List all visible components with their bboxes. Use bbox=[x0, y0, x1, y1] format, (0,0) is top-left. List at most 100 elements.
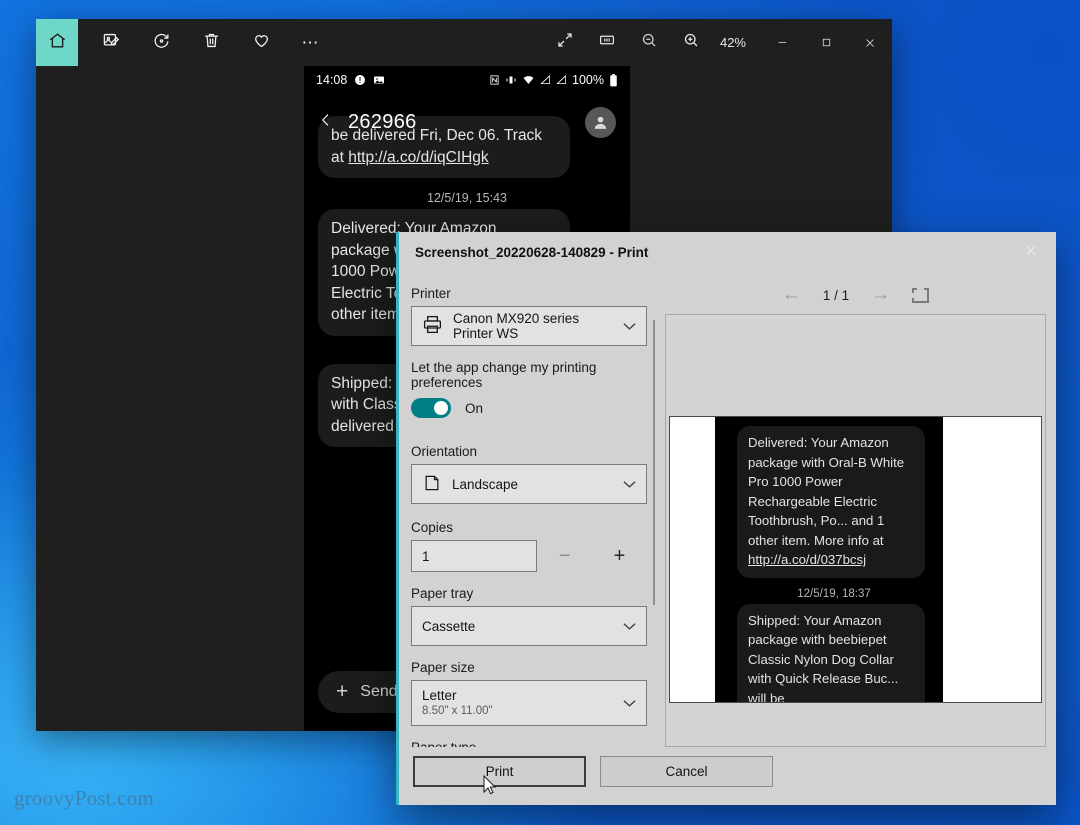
signal-icon bbox=[556, 74, 567, 86]
battery-percent: 100% bbox=[572, 73, 604, 87]
info-icon bbox=[354, 74, 366, 86]
phone-status-bar: 14:08 bbox=[304, 66, 630, 94]
copies-label: Copies bbox=[411, 520, 647, 535]
rotate-icon bbox=[152, 31, 171, 55]
paper-size-select[interactable]: Letter 8.50" x 11.00" bbox=[411, 680, 647, 726]
favorite-button[interactable] bbox=[240, 19, 282, 66]
preview-page-image: Delivered: Your Amazon package with Oral… bbox=[715, 417, 943, 702]
zoom-in-icon bbox=[682, 31, 700, 54]
fit-to-page-icon[interactable] bbox=[912, 288, 929, 303]
copies-decrement-button[interactable]: − bbox=[537, 540, 592, 572]
preview-message-text: Delivered: Your Amazon package with Oral… bbox=[748, 435, 904, 548]
trash-icon bbox=[202, 31, 221, 55]
zoom-level-label: 42% bbox=[712, 35, 760, 50]
preview-page: Delivered: Your Amazon package with Oral… bbox=[669, 416, 1042, 703]
actual-size-button[interactable] bbox=[586, 19, 628, 66]
app-prefs-label: Let the app change my printing preferenc… bbox=[411, 360, 647, 390]
printer-icon bbox=[422, 314, 443, 338]
watermark: groovyPost.com bbox=[14, 786, 154, 811]
maximize-button[interactable] bbox=[804, 19, 848, 66]
paper-size-label: Paper size bbox=[411, 660, 647, 675]
contact-avatar[interactable] bbox=[585, 107, 616, 138]
dialog-close-button[interactable]: ✕ bbox=[1016, 238, 1046, 264]
fullscreen-icon bbox=[556, 31, 574, 54]
more-ellipsis-icon: ⋯ bbox=[302, 33, 321, 53]
copies-input[interactable]: 1 bbox=[411, 540, 537, 572]
scrollbar-thumb[interactable] bbox=[653, 320, 655, 605]
vibrate-icon bbox=[505, 74, 517, 86]
orientation-label: Orientation bbox=[411, 444, 647, 459]
wifi-icon bbox=[522, 74, 535, 86]
image-icon bbox=[373, 74, 385, 86]
mouse-cursor bbox=[483, 775, 496, 795]
paper-type-label: Paper type bbox=[411, 740, 647, 747]
message-bubble: be delivered Fri, Dec 06. Track at http:… bbox=[318, 116, 570, 178]
toggle-knob bbox=[434, 401, 448, 415]
toolbar-view-controls: 42% bbox=[544, 19, 892, 66]
home-button[interactable] bbox=[36, 19, 78, 66]
next-page-button[interactable]: → bbox=[871, 284, 890, 306]
edit-image-button[interactable] bbox=[90, 19, 132, 66]
print-preview-panel: ← 1 / 1 → Delivered: Your Amazon package… bbox=[665, 276, 1046, 747]
delete-button[interactable] bbox=[190, 19, 232, 66]
send-label: Send bbox=[360, 683, 397, 701]
orientation-select[interactable]: Landscape bbox=[411, 464, 647, 504]
paper-tray-label: Paper tray bbox=[411, 586, 647, 601]
zoom-in-button[interactable] bbox=[670, 19, 712, 66]
app-prefs-toggle[interactable] bbox=[411, 398, 451, 418]
paper-size-dimensions: 8.50" x 11.00" bbox=[422, 705, 493, 718]
close-button[interactable] bbox=[848, 19, 892, 66]
zoom-out-button[interactable] bbox=[628, 19, 670, 66]
app-prefs-state: On bbox=[465, 401, 483, 416]
preview-message-link: http://a.co/d/037bcsj bbox=[748, 552, 866, 567]
print-button[interactable]: Print bbox=[413, 756, 586, 787]
more-options-button[interactable]: ⋯ bbox=[290, 19, 332, 66]
signal-icon bbox=[540, 74, 551, 86]
paper-tray-select[interactable]: Cassette bbox=[411, 606, 647, 646]
paper-tray-value: Cassette bbox=[422, 619, 475, 634]
cancel-button[interactable]: Cancel bbox=[600, 756, 773, 787]
message-link[interactable]: http://a.co/d/iqCIHgk bbox=[348, 149, 488, 166]
photos-toolbar: ⋯ bbox=[36, 19, 892, 66]
orientation-value: Landscape bbox=[452, 477, 518, 492]
home-icon bbox=[48, 31, 67, 55]
preview-message-list-2: Shipped: Your Amazon package with beebie… bbox=[715, 604, 943, 703]
actual-size-icon bbox=[598, 31, 616, 54]
print-dialog: Screenshot_20220628-140829 - Print ✕ Pri… bbox=[396, 232, 1056, 805]
message-timestamp: 12/5/19, 15:43 bbox=[318, 191, 616, 205]
fullscreen-button[interactable] bbox=[544, 19, 586, 66]
dialog-title: Screenshot_20220628-140829 - Print bbox=[415, 245, 648, 260]
printer-value: Canon MX920 series Printer WS bbox=[453, 311, 613, 341]
copies-stepper: 1 − + bbox=[411, 540, 647, 572]
app-prefs-toggle-row: On bbox=[411, 398, 647, 418]
printer-label: Printer bbox=[411, 286, 647, 301]
dialog-titlebar: Screenshot_20220628-140829 - Print ✕ bbox=[399, 232, 1056, 272]
chevron-down-icon bbox=[623, 619, 636, 634]
dialog-body: Printer Canon MX920 series Printer WS bbox=[399, 272, 1056, 747]
chevron-down-icon bbox=[623, 477, 636, 492]
nfc-icon bbox=[489, 74, 500, 86]
page-count-label: 1 / 1 bbox=[823, 288, 849, 303]
preview-message-bubble: Delivered: Your Amazon package with Oral… bbox=[737, 426, 925, 578]
landscape-page-icon bbox=[422, 473, 442, 496]
battery-icon bbox=[609, 74, 618, 87]
edit-image-icon bbox=[102, 31, 121, 55]
preview-navigation: ← 1 / 1 → bbox=[665, 276, 1046, 314]
preview-message-bubble: Shipped: Your Amazon package with beebie… bbox=[737, 604, 925, 703]
minimize-button[interactable] bbox=[760, 19, 804, 66]
toolbar-actions: ⋯ bbox=[90, 19, 332, 66]
preview-message-list: Delivered: Your Amazon package with Oral… bbox=[715, 417, 943, 578]
dialog-footer: Print Cancel bbox=[399, 747, 1056, 805]
chevron-down-icon bbox=[623, 696, 636, 711]
preview-surface: Delivered: Your Amazon package with Oral… bbox=[665, 314, 1046, 747]
settings-scrollbar[interactable] bbox=[649, 320, 659, 747]
copies-increment-button[interactable]: + bbox=[592, 540, 647, 572]
paper-size-value: Letter bbox=[422, 688, 493, 704]
heart-icon bbox=[252, 31, 271, 55]
chevron-down-icon bbox=[623, 319, 636, 334]
zoom-out-icon bbox=[640, 31, 658, 54]
printer-select[interactable]: Canon MX920 series Printer WS bbox=[411, 306, 647, 346]
rotate-button[interactable] bbox=[140, 19, 182, 66]
status-time: 14:08 bbox=[316, 73, 347, 87]
previous-page-button[interactable]: ← bbox=[782, 284, 801, 306]
